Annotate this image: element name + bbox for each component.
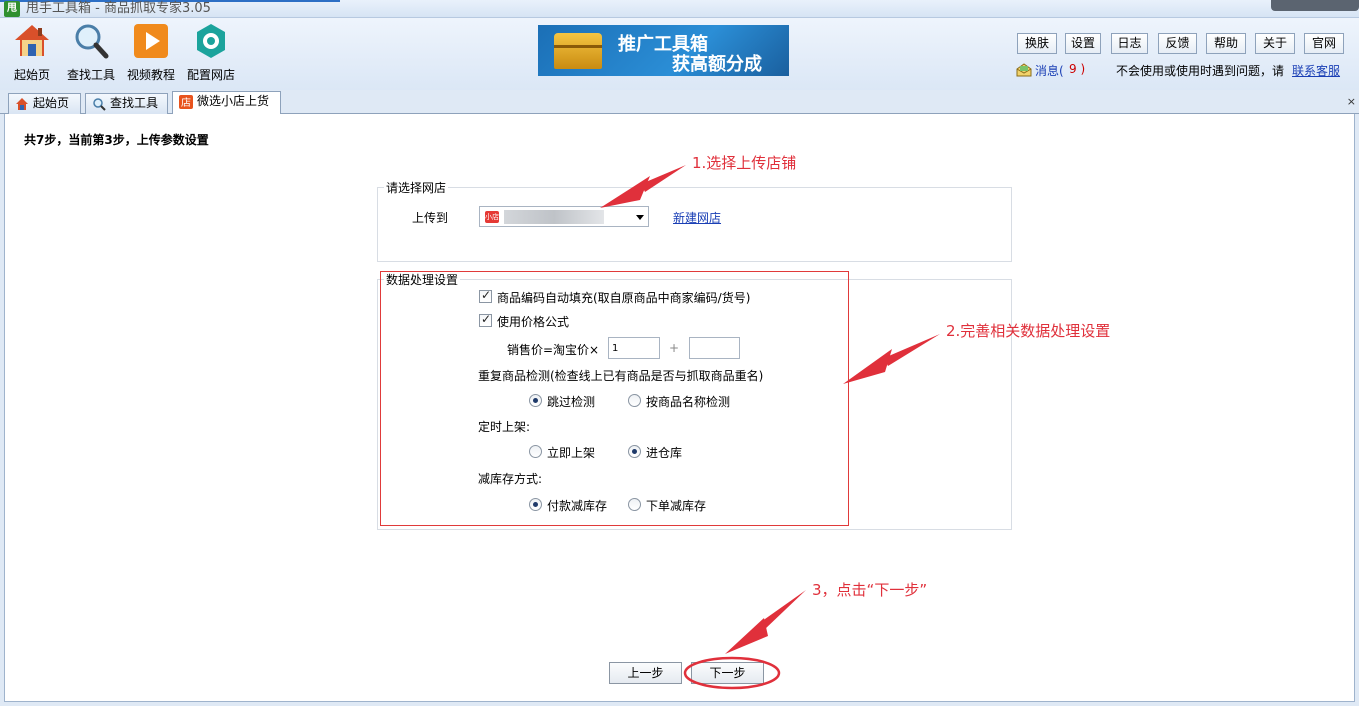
help-button[interactable]: 帮助 <box>1206 33 1246 54</box>
tab-find-tools[interactable]: 查找工具 <box>85 93 168 114</box>
treasure-chest-icon <box>554 33 602 69</box>
tool-label: 配置网店 <box>186 68 235 82</box>
settings-button[interactable]: 设置 <box>1065 33 1101 54</box>
contact-support-link[interactable]: 联系客服 <box>1292 62 1340 79</box>
new-shop-link[interactable]: 新建网店 <box>673 209 721 226</box>
messages-link[interactable]: 消息( <box>1035 62 1064 79</box>
play-icon <box>134 24 168 58</box>
next-step-button[interactable]: 下一步 <box>691 662 764 684</box>
skin-button[interactable]: 换肤 <box>1017 33 1057 54</box>
banner-line-2: 获高额分成 <box>672 54 762 75</box>
step-title: 共7步，当前第3步，上传参数设置 <box>24 133 209 147</box>
shop-name-redacted <box>504 210 604 224</box>
feedback-button[interactable]: 反馈 <box>1158 33 1197 54</box>
envelope-icon <box>1016 63 1032 77</box>
video-tutorial-button[interactable]: 视频教程 <box>121 22 181 86</box>
close-tab-icon[interactable]: × <box>1347 95 1356 108</box>
tool-label: 起始页 <box>13 68 50 82</box>
configure-shop-button[interactable]: 配置网店 <box>181 22 241 86</box>
svg-text:店: 店 <box>181 96 191 109</box>
find-tool-button[interactable]: 查找工具 <box>61 22 121 86</box>
title-bar: 甩 甩手工具箱 - 商品抓取专家3.05 <box>0 0 1359 18</box>
shop-logo-icon: 小店 <box>485 211 499 223</box>
tab-bar: 起始页 查找工具 店 微选小店上货 × <box>0 90 1359 115</box>
annotation-step-2: 2.完善相关数据处理设置 <box>946 322 1111 340</box>
home-tool-button[interactable]: 起始页 <box>2 22 62 86</box>
annotation-step-1: 1.选择上传店铺 <box>692 154 797 172</box>
main-toolbar: 起始页 查找工具 视频教程 配置网店 推广工具箱 获高额分成 换肤 设置 日志 … <box>0 18 1359 90</box>
tab-label: 起始页 <box>33 96 70 110</box>
shop-dropdown[interactable]: 小店 <box>479 206 649 227</box>
main-panel: 共7步，当前第3步，上传参数设置 请选择网店 上传到 小店 新建网店 数据处理设… <box>4 114 1355 702</box>
tool-label: 视频教程 <box>126 68 175 82</box>
home-icon <box>16 98 28 110</box>
log-button[interactable]: 日志 <box>1111 33 1148 54</box>
highlight-box <box>380 271 849 526</box>
chevron-down-icon <box>636 215 644 220</box>
tab-label: 查找工具 <box>110 96 159 110</box>
magnifier-icon <box>75 24 109 59</box>
message-row: 消息( 9 ) 不会使用或使用时遇到问题，请 联系客服 <box>1014 62 1354 80</box>
tab-start-page[interactable]: 起始页 <box>8 93 81 114</box>
shop-group-legend: 请选择网店 <box>386 181 447 195</box>
prev-step-button[interactable]: 上一步 <box>609 662 682 684</box>
upload-to-label: 上传到 <box>412 211 449 225</box>
message-count: 9 ) <box>1069 62 1086 76</box>
magnifier-icon <box>93 98 106 111</box>
tab-weixuan-upload[interactable]: 店 微选小店上货 <box>172 91 281 115</box>
annotation-step-3: 3，点击“下一步” <box>812 581 928 599</box>
home-icon <box>15 25 49 56</box>
official-site-button[interactable]: 官网 <box>1304 33 1344 54</box>
tab-label: 微选小店上货 <box>197 94 270 108</box>
app-logo-icon: 甩 <box>4 1 20 17</box>
tool-label: 查找工具 <box>66 68 115 82</box>
support-hint: 不会使用或使用时遇到问题，请 <box>1116 64 1285 78</box>
window-controls[interactable] <box>1271 0 1359 11</box>
window-title: 甩手工具箱 - 商品抓取专家3.05 <box>26 1 211 16</box>
about-button[interactable]: 关于 <box>1255 33 1295 54</box>
promo-banner[interactable]: 推广工具箱 获高额分成 <box>538 25 789 76</box>
gear-icon <box>197 24 225 58</box>
shop-icon: 店 <box>179 95 193 109</box>
